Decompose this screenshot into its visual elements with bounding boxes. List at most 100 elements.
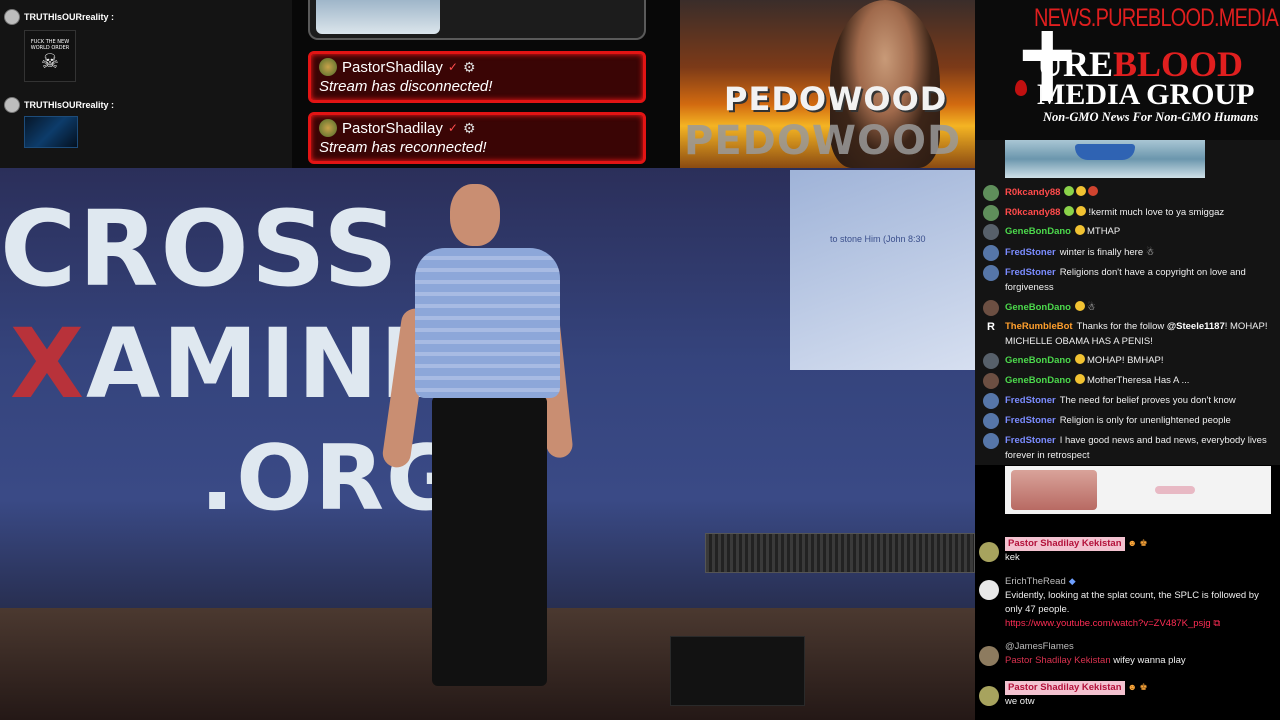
chat-text: !kermit much love to ya smiggaz	[1088, 207, 1225, 218]
chat-username[interactable]: R0kcandy88	[1005, 207, 1060, 218]
alert-username: PastorShadilay	[342, 58, 443, 76]
chat-username[interactable]: FredStoner	[1005, 435, 1056, 446]
chat-username[interactable]: FredStoner	[1005, 267, 1056, 278]
user-avatar	[983, 265, 999, 281]
chat-text: The need for belief proves you don't kno…	[1059, 395, 1236, 406]
chat-username[interactable]: GeneBonDano	[1005, 355, 1071, 366]
emote-icon	[1064, 206, 1075, 216]
chat-message: FredStoner I have good news and bad news,…	[983, 433, 1273, 463]
alert-message: Stream has reconnected!	[319, 139, 487, 156]
chat-username[interactable]: TheRumbleBot	[1005, 321, 1073, 332]
brand-media-group: MEDIA GROUP	[1037, 78, 1255, 111]
chat-message: Pastor Shadilay Kekistan ☻ ♚ kek	[979, 536, 1277, 565]
chat-text: MotherTheresa Has A ...	[1086, 375, 1190, 386]
speaker-cabinet	[705, 533, 975, 573]
banner-title: PEDOWOOD	[724, 80, 948, 118]
chat-username[interactable]: GeneBonDano	[1005, 302, 1071, 313]
speaker-shirt	[415, 248, 560, 398]
user-avatar	[979, 646, 999, 666]
chat-username[interactable]: FredStoner	[1005, 395, 1056, 406]
shared-image	[24, 116, 78, 148]
chat-username[interactable]: GeneBonDano	[1005, 375, 1071, 386]
user-avatar	[983, 393, 999, 409]
chat-username[interactable]: FredStoner	[1005, 415, 1056, 426]
brand-name: UREBLOOD	[1037, 46, 1243, 82]
rumble-logo-icon: R	[987, 321, 995, 333]
chat-message: Pastor Shadilay Kekistan ☻ ♚ we otw	[979, 680, 1277, 709]
chat-message: GeneBonDano MTHAP	[983, 224, 1273, 240]
chat-username[interactable]: Pastor Shadilay Kekistan	[1005, 537, 1125, 551]
chat-text: kek	[1005, 552, 1020, 563]
user-avatar	[983, 413, 999, 429]
brand-tagline: Non-GMO News For Non-GMO Humans	[1043, 110, 1259, 124]
gear-icon: ⚙	[462, 58, 476, 75]
chat-message: ErichTheRead ◆ Evidently, looking at the …	[979, 574, 1277, 631]
projector-screen: to stone Him (John 8:30	[790, 170, 975, 370]
chat-message: FredStoner The need for belief proves you…	[983, 393, 1273, 409]
chat-message: FredStoner Religions don't have a copyrig…	[983, 265, 1273, 295]
chat-message: FredStoner Religion is only for unenlight…	[983, 413, 1273, 429]
backdrop-logo-line1: CROSS	[0, 188, 400, 310]
user-avatar	[983, 224, 999, 240]
chat-panel-secondary: Pastor Shadilay Kekistan ☻ ♚ kek ErichThe…	[975, 530, 1280, 720]
emote-icon	[1064, 186, 1075, 196]
chat-username[interactable]: R0kcandy88	[1005, 187, 1060, 198]
chat-mention[interactable]: @Steele1187	[1167, 321, 1225, 332]
mini-chat-username: TRUTHIsOURreality :	[24, 100, 115, 110]
chat-message: GeneBonDano ☃	[983, 300, 1273, 316]
chat-text: Thanks for the follow	[1076, 321, 1167, 332]
user-avatar	[983, 300, 999, 316]
right-column: NEWS.PUREBLOOD.MEDIA ✝ UREBLOOD MEDIA GR…	[975, 0, 1280, 720]
user-avatar	[983, 433, 999, 449]
user-avatar	[979, 686, 999, 706]
user-avatar	[979, 542, 999, 562]
chat-message: R0kcandy88	[983, 185, 1273, 201]
meme-image: FUCK THE NEW WORLD ORDER ☠	[24, 30, 76, 82]
pedowood-banner: PEDOWOOD PEDOWOOD	[680, 0, 975, 168]
shared-image	[1005, 466, 1271, 514]
chat-message: R0kcandy88 !kermit much love to ya smigga…	[983, 205, 1273, 221]
chat-text: ☃	[1086, 302, 1096, 313]
alert-username: PastorShadilay	[342, 119, 443, 137]
gear-icon: ⚙	[462, 119, 476, 136]
chat-username[interactable]: ErichTheRead	[1005, 575, 1066, 589]
chat-link[interactable]: https://www.youtube.com/watch?v=ZV487K_p…	[1005, 618, 1211, 629]
stream-alert: PastorShadilay ✓ ⚙ Stream has disconnect…	[308, 51, 646, 103]
brand-logo: NEWS.PUREBLOOD.MEDIA ✝ UREBLOOD MEDIA GR…	[975, 0, 1280, 140]
external-link-icon[interactable]: ⧉	[1211, 618, 1220, 629]
chat-message: FredStoner winter is finally here ☃	[983, 245, 1273, 261]
chat-text: Evidently, looking at the splat count, t…	[1005, 590, 1259, 615]
chat-username[interactable]: @JamesFlames	[1005, 640, 1186, 654]
user-avatar	[983, 185, 999, 201]
mini-chat-panel: TRUTHIsOURreality : FUCK THE NEW WORLD O…	[0, 0, 292, 168]
backdrop-logo-line3: .ORG	[200, 426, 462, 531]
speaker-legs	[432, 396, 547, 686]
chat-username[interactable]: GeneBonDano	[1005, 226, 1071, 237]
stream-alert: PastorShadilay ✓ ⚙ Stream has reconnecte…	[308, 112, 646, 164]
chat-text: MOHAP! BMHAP!	[1086, 355, 1164, 366]
user-avatar	[319, 58, 337, 76]
user-avatar	[4, 97, 20, 113]
chat-message: R TheRumbleBot Thanks for the follow @Ste…	[983, 319, 1273, 349]
video-player[interactable]: to stone Him (John 8:30 CROSS XAMINED .O…	[0, 168, 975, 720]
chat-text: winter is finally here ☃	[1059, 247, 1155, 258]
badge-icon: ◆	[1068, 576, 1076, 586]
emote-icon	[1074, 354, 1085, 364]
chat-text: Religion is only for unenlightened peopl…	[1059, 415, 1231, 426]
chat-username[interactable]: Pastor Shadilay Kekistan	[1005, 681, 1125, 695]
banner-title-shadow: PEDOWOOD	[684, 118, 962, 164]
alert-thumbnail	[308, 0, 646, 40]
user-avatar	[983, 245, 999, 261]
chat-username[interactable]: FredStoner	[1005, 247, 1056, 258]
verified-icon: ✓	[447, 121, 458, 135]
projector-text: to stone Him (John 8:30	[830, 234, 926, 244]
chat-message: @JamesFlames Pastor Shadilay Kekistan wi…	[979, 640, 1277, 668]
user-avatar	[4, 9, 20, 25]
emote-icon	[1074, 225, 1085, 235]
alert-message: Stream has disconnected!	[319, 78, 493, 95]
chat-message: GeneBonDano MOHAP! BMHAP!	[983, 353, 1273, 369]
emote-icon	[1074, 374, 1085, 384]
mini-chat-row: TRUTHIsOURreality :	[4, 97, 114, 113]
reply-target[interactable]: Pastor Shadilay Kekistan	[1005, 655, 1111, 666]
emote-icon	[1076, 186, 1087, 196]
